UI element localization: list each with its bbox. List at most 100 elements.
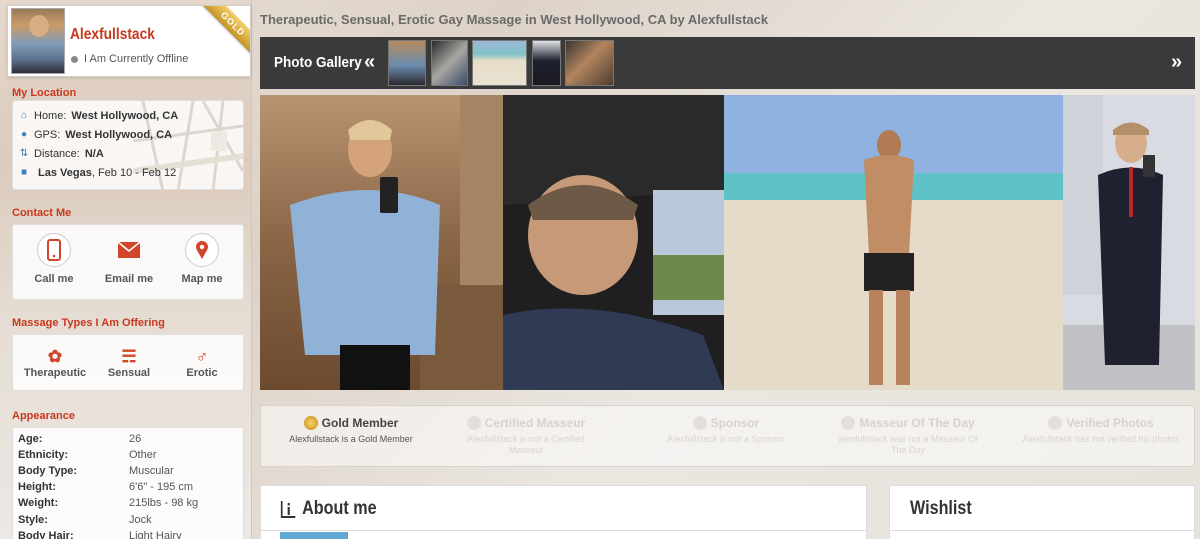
massage-types-title: Massage Types I Am Offering [12, 317, 165, 329]
therapeutic-label: Therapeutic [23, 367, 87, 379]
badge-subtitle: Alexfullstack is not a Certified Masseur [467, 434, 585, 455]
gallery-thumbnail[interactable] [565, 40, 614, 86]
style-key: Style: [18, 514, 48, 526]
photo-gallery-bar: Photo Gallery « » [260, 37, 1195, 89]
sensual-label: Sensual [107, 367, 151, 379]
call-me-button[interactable]: Call me [19, 233, 89, 285]
sponsor-badge: Sponsor Alexfullstack is not a Sponsor [651, 416, 801, 445]
body-type-key: Body Type: [18, 465, 78, 477]
home-row: ⌂ Home: West Hollywood, CA [19, 110, 178, 122]
profile-card: Alexfullstack I Am Currently Offline GOL… [7, 5, 251, 77]
gallery-photo[interactable] [1063, 95, 1195, 390]
map-me-button[interactable]: Map me [167, 233, 237, 285]
info-icon [280, 501, 296, 518]
distance-label: Distance: [34, 148, 80, 160]
contact-box: Call me Email me Map me [12, 224, 244, 300]
body-hair-value: Light Hairy [129, 530, 182, 539]
sidebar: Alexfullstack I Am Currently Offline GOL… [0, 0, 252, 539]
gallery-thumbnail[interactable] [532, 40, 561, 86]
badge-title: Masseur Of The Day [859, 416, 975, 430]
wishlist-title: Wishlist [910, 498, 972, 519]
gallery-photo[interactable] [503, 95, 724, 390]
email-me-button[interactable]: Email me [94, 233, 164, 285]
envelope-icon [112, 233, 146, 267]
gallery-thumbnail[interactable] [431, 40, 468, 86]
gallery-thumbnail[interactable] [388, 40, 426, 86]
phone-icon [37, 233, 71, 267]
location-title: My Location [12, 87, 77, 99]
suitcase-icon: ■ [20, 167, 28, 178]
distance-row: ⇅ Distance: N/A [19, 148, 104, 160]
travel-city: Las Vegas [38, 167, 92, 179]
badge-title: Verified Photos [1066, 416, 1154, 430]
badge-subtitle: Alexfullstack has not verified his photo… [1022, 434, 1180, 444]
gallery-photo[interactable] [260, 95, 503, 390]
badge-title: Certified Masseur [484, 416, 586, 430]
sensual-item[interactable]: ☴ Sensual [91, 347, 167, 379]
photo-strip [260, 95, 1195, 390]
gold-ribbon-badge: GOLD [202, 6, 250, 55]
home-label: Home: [34, 110, 67, 122]
gallery-label: Photo Gallery [274, 54, 362, 71]
travel-row: ■ Las Vegas , Feb 10 - Feb 12 [19, 167, 176, 179]
erotic-label: Erotic [186, 367, 218, 379]
appearance-box: Age: 26 Ethnicity: Other Body Type: Muscula… [12, 427, 244, 539]
sponsor-icon [692, 416, 707, 430]
wishlist-panel: Wishlist [889, 485, 1195, 539]
gallery-next-button[interactable]: » [1171, 51, 1182, 74]
gallery-photo[interactable] [724, 95, 1063, 390]
verified-photos-badge: Verified Photos Alexfullstack has not ve… [1016, 416, 1186, 445]
body-type-value: Muscular [129, 465, 174, 477]
profile-name[interactable]: Alexfullstack [70, 26, 155, 44]
therapeutic-item[interactable]: ✿ Therapeutic [17, 347, 93, 379]
massage-types-box: ✿ Therapeutic ☴ Sensual ♂ Erotic [12, 334, 244, 391]
massage-table-icon: ☴ [121, 347, 137, 366]
height-value: 6'6" - 195 cm [129, 481, 194, 493]
gps-label: GPS: [34, 129, 61, 141]
about-me-title: About me [280, 498, 377, 520]
online-status: I Am Currently Offline [71, 53, 188, 65]
gps-row: ● GPS: West Hollywood, CA [19, 129, 172, 141]
gps-value: West Hollywood, CA [65, 129, 173, 141]
badge-subtitle: alexfullstack was not a Masseur Of The D… [838, 434, 978, 455]
person-icon [841, 416, 856, 430]
ethnicity-value: Other [129, 449, 157, 461]
weight-value: 215lbs - 98 kg [129, 497, 199, 509]
distance-value: N/A [84, 148, 104, 160]
style-value: Jock [129, 514, 152, 526]
masseur-of-the-day-badge: Masseur Of The Day alexfullstack was not… [833, 416, 983, 456]
badge-subtitle: Alexfullstack is not a Sponsor [667, 434, 785, 444]
divider [890, 530, 1194, 531]
travel-dates: , Feb 10 - Feb 12 [91, 167, 177, 179]
badge-title: Gold Member [321, 416, 399, 430]
contact-title: Contact Me [12, 207, 72, 219]
verified-icon [1048, 416, 1063, 430]
gold-member-badge: Gold Member Alexfullstack is a Gold Memb… [276, 416, 426, 445]
certificate-icon [466, 416, 481, 430]
height-key: Height: [18, 481, 56, 493]
male-symbol-icon: ♂ [195, 347, 209, 366]
certified-masseur-badge: Certified Masseur Alexfullstack is not a… [451, 416, 601, 456]
erotic-item[interactable]: ♂ Erotic [164, 347, 240, 379]
distance-icon: ⇅ [19, 148, 29, 159]
email-me-label: Email me [104, 273, 154, 285]
badges-panel: Gold Member Alexfullstack is a Gold Memb… [260, 405, 1195, 467]
location-box: ⌂ Home: West Hollywood, CA ● GPS: West H… [12, 100, 244, 190]
ethnicity-key: Ethnicity: [18, 449, 69, 461]
about-tab-indicator [280, 532, 348, 539]
status-dot-icon [71, 55, 78, 63]
badge-title: Sponsor [710, 416, 760, 430]
gps-pin-icon: ● [20, 129, 28, 140]
appearance-title: Appearance [12, 410, 75, 422]
home-value: West Hollywood, CA [71, 110, 179, 122]
map-pin-icon [185, 233, 219, 267]
call-me-label: Call me [34, 273, 74, 285]
gallery-thumbnail[interactable] [472, 40, 527, 86]
weight-key: Weight: [18, 497, 59, 509]
divider [261, 530, 866, 531]
home-icon: ⌂ [20, 110, 28, 121]
avatar[interactable] [11, 8, 65, 74]
about-me-label: About me [302, 498, 377, 519]
gallery-prev-button[interactable]: « [364, 51, 375, 74]
body-hair-key: Body Hair: [18, 530, 74, 539]
